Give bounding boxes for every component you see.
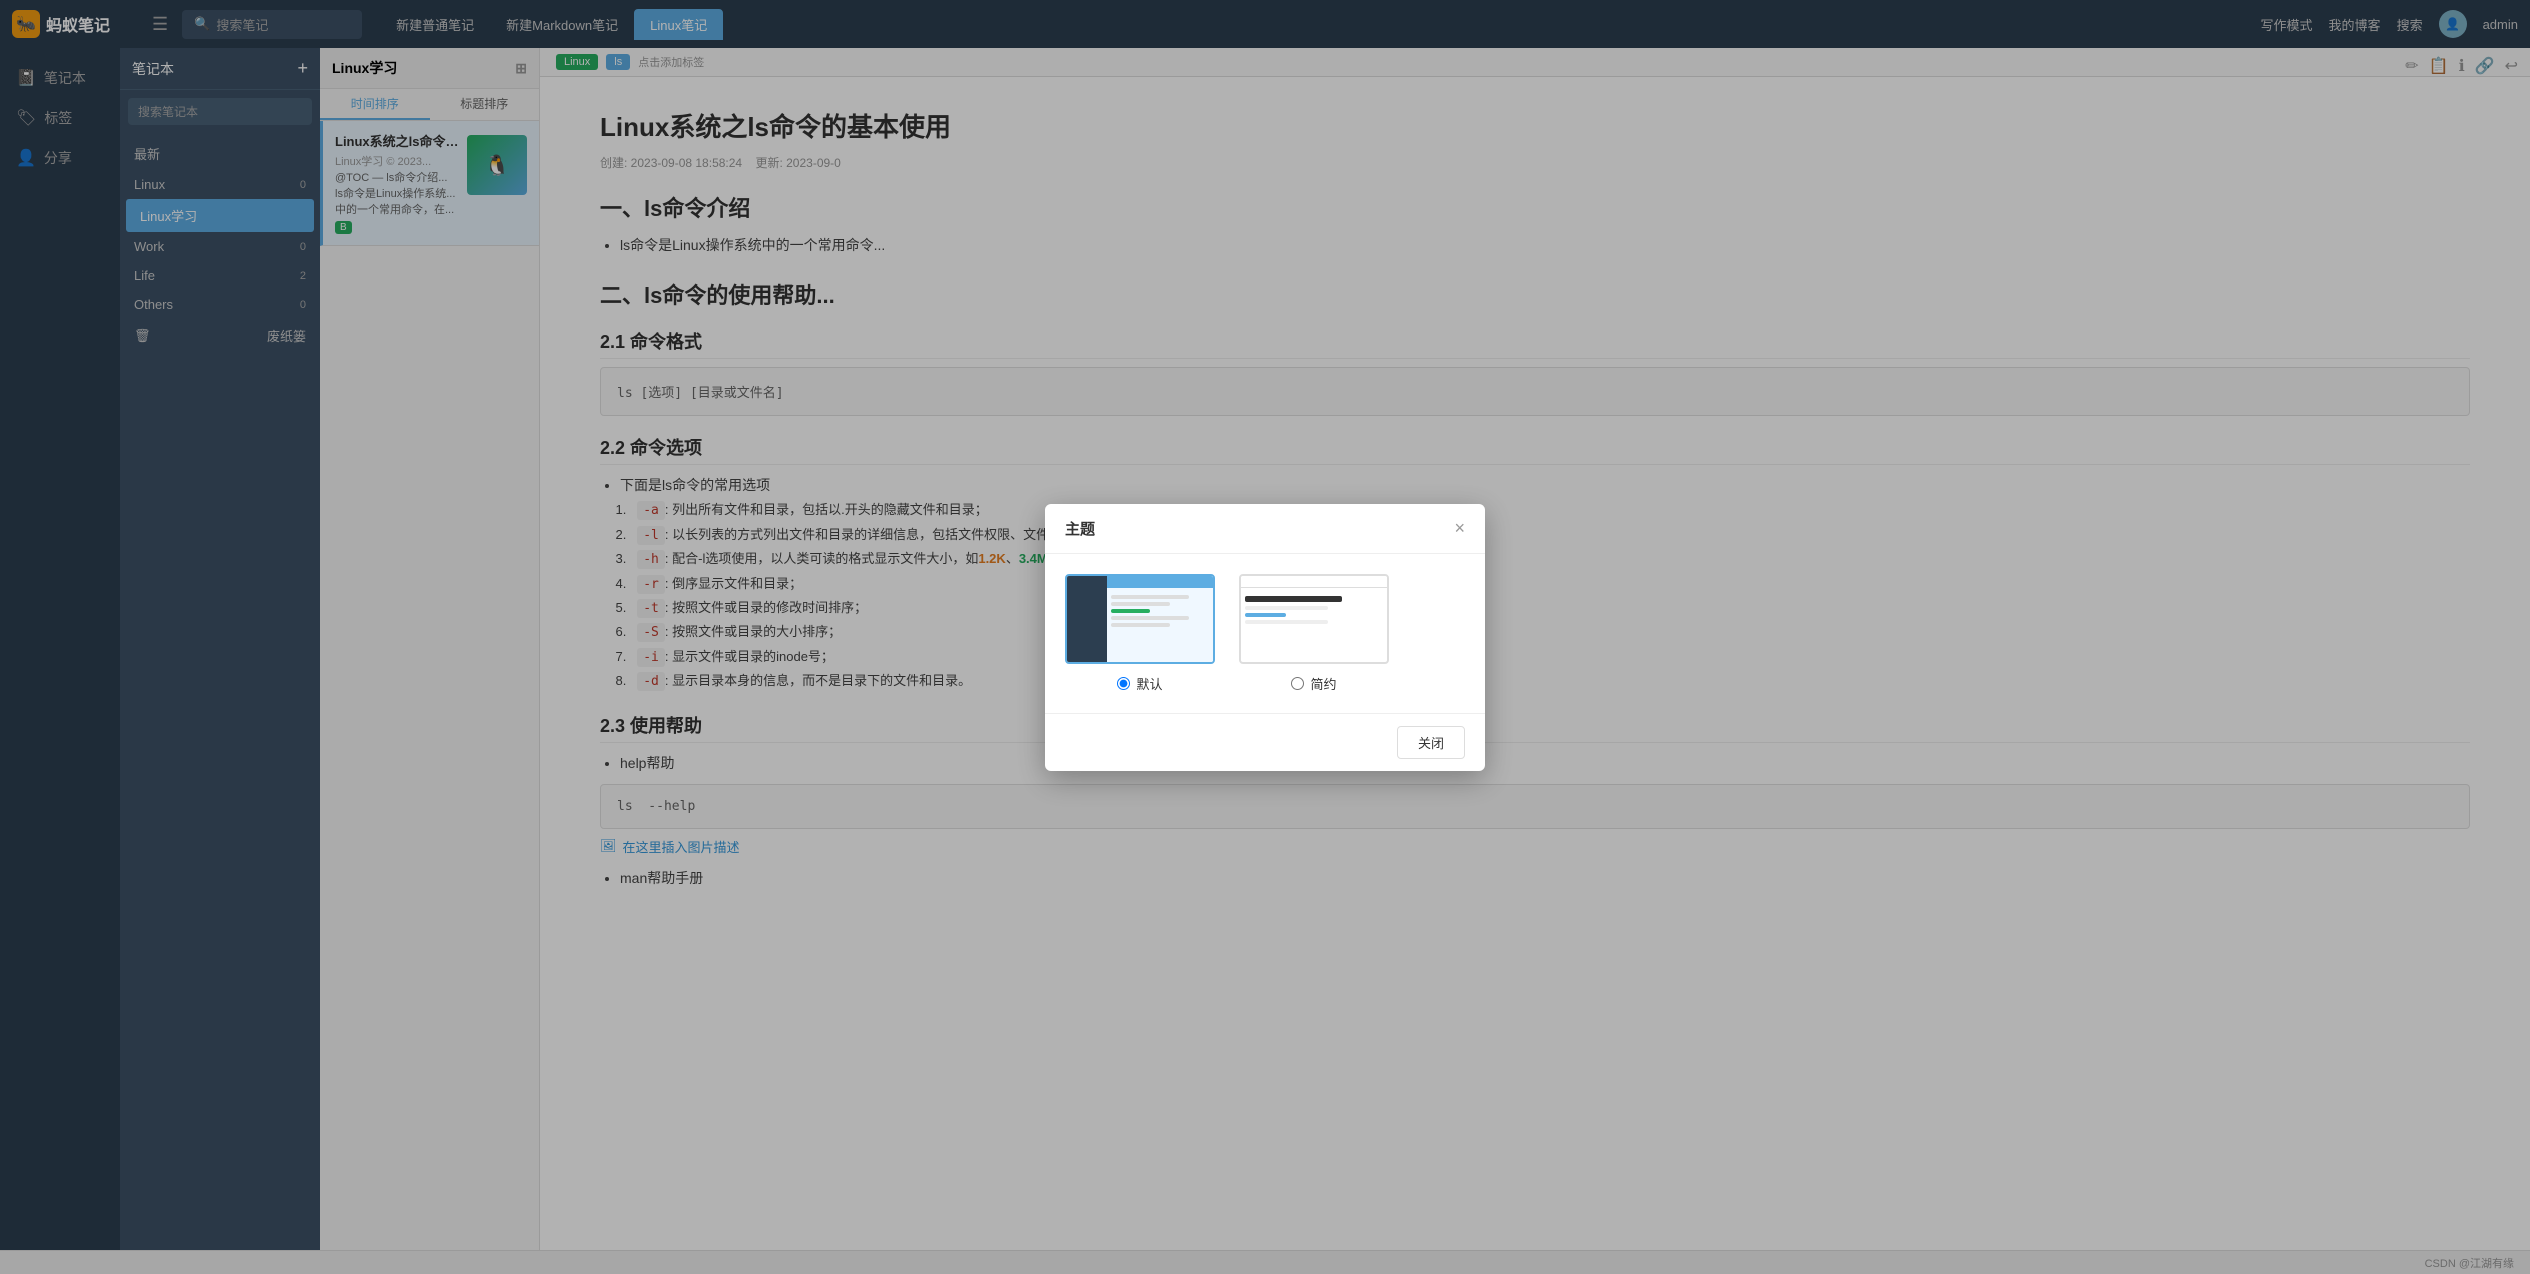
theme-simple-label[interactable]: 简约: [1291, 674, 1336, 693]
theme-preview-simple: [1239, 574, 1389, 664]
modal-header: 主题 ×: [1045, 504, 1485, 554]
theme-simple-radio[interactable]: [1291, 677, 1304, 690]
modal-footer: 关闭: [1045, 713, 1485, 771]
modal-body: 默认 简: [1045, 554, 1485, 713]
annotation-arrow: [0, 0, 300, 150]
theme-option-default[interactable]: 默认: [1065, 574, 1215, 693]
theme-modal: 主题 ×: [1045, 504, 1485, 771]
modal-title: 主题: [1065, 518, 1095, 539]
theme-options: 默认 简: [1065, 574, 1465, 693]
theme-default-radio[interactable]: [1117, 677, 1130, 690]
modal-close-button[interactable]: ×: [1454, 518, 1465, 539]
theme-option-simple[interactable]: 简约: [1239, 574, 1389, 693]
modal-close-btn[interactable]: 关闭: [1397, 726, 1465, 759]
theme-default-label[interactable]: 默认: [1117, 674, 1162, 693]
theme-preview-default: [1065, 574, 1215, 664]
modal-overlay[interactable]: 主题 ×: [0, 0, 2530, 1274]
